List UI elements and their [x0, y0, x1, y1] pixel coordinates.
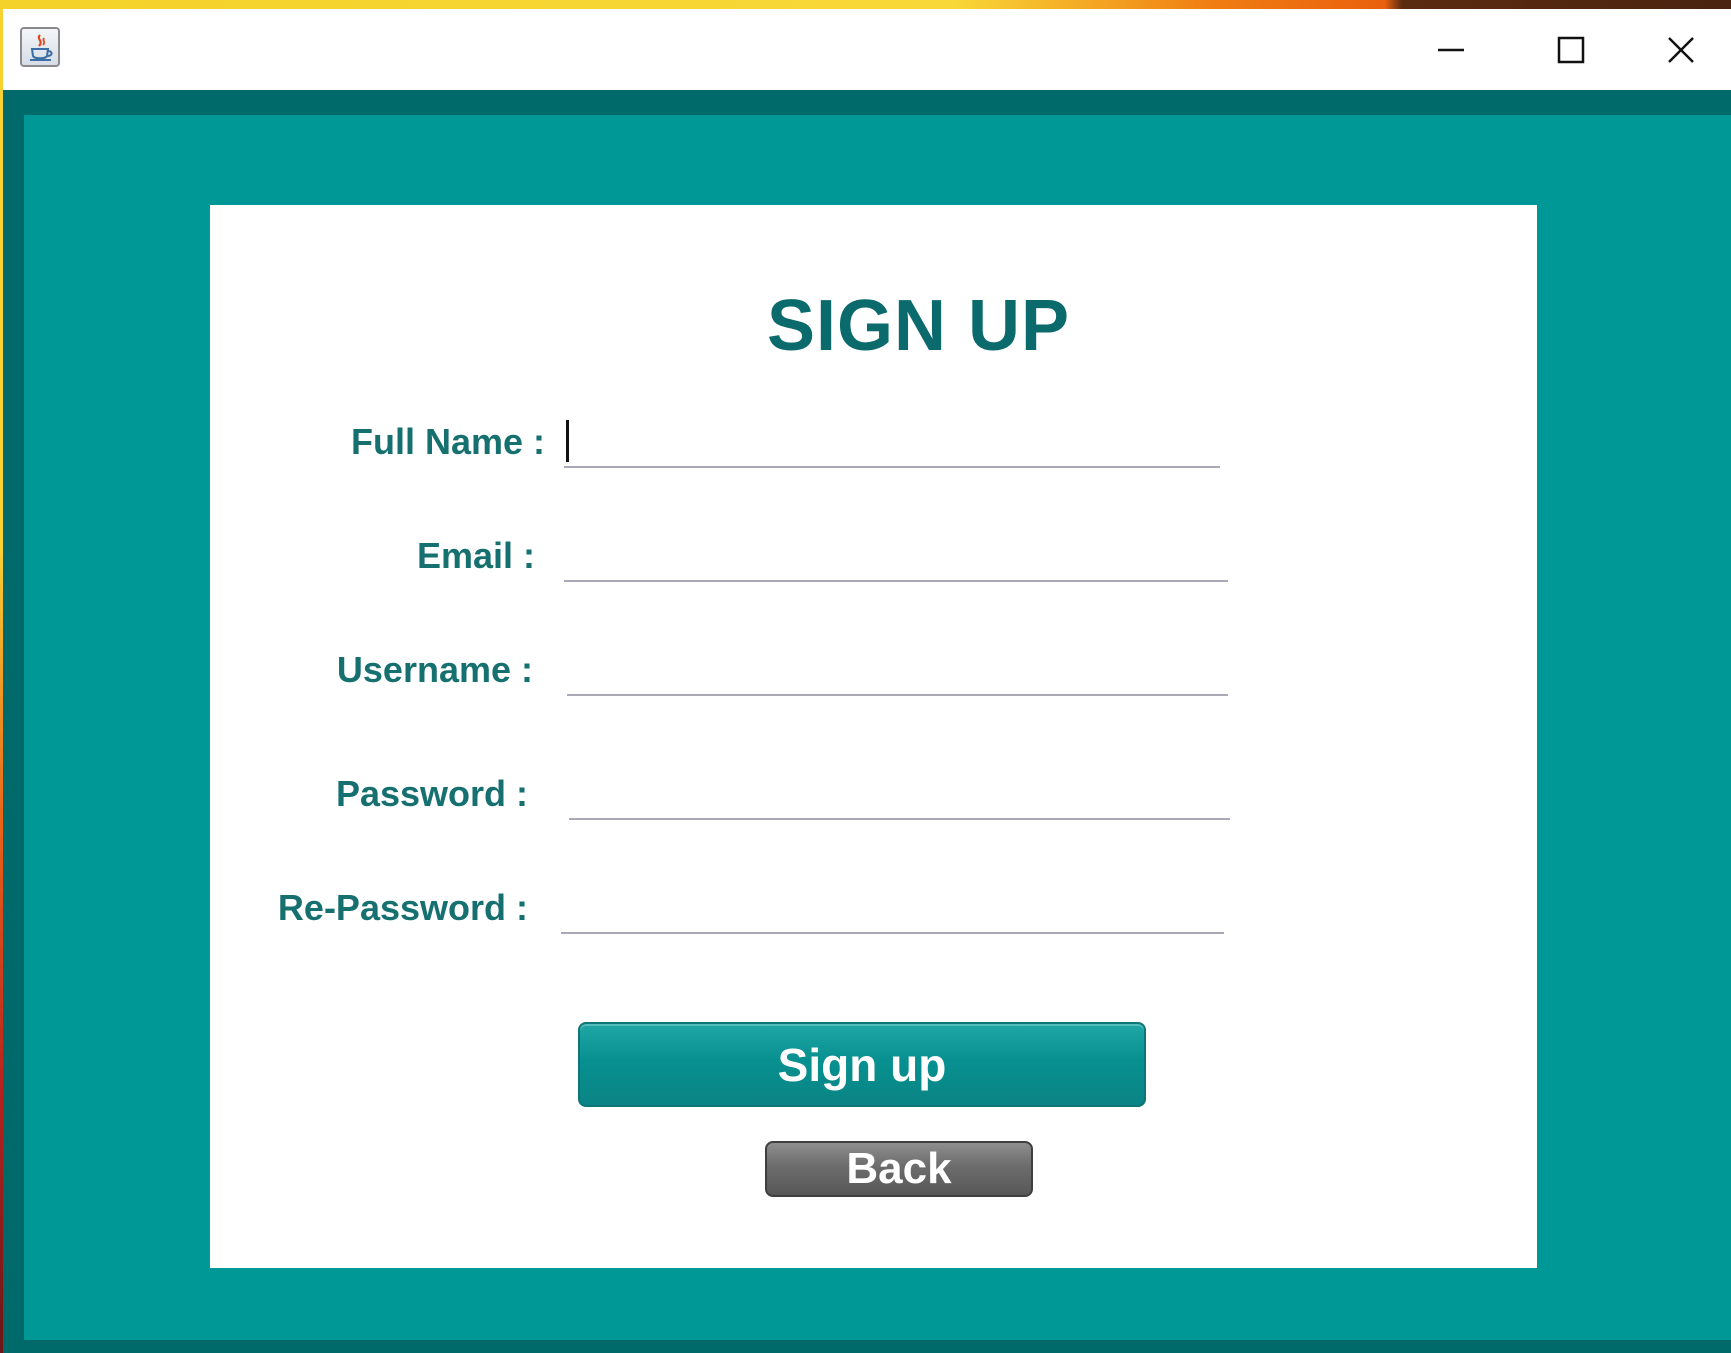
minimize-icon [1438, 48, 1464, 51]
desktop-background [0, 0, 1731, 9]
signup-window: SIGN UP Full Name : Email : Username : P… [0, 0, 1731, 1353]
window-content-frame: SIGN UP Full Name : Email : Username : P… [3, 90, 1731, 1353]
password-input[interactable] [569, 760, 1230, 820]
full-name-label: Full Name : [350, 421, 545, 462]
password-label: Password : [335, 773, 528, 814]
maximize-button[interactable] [1511, 9, 1631, 90]
title-bar[interactable] [3, 9, 1731, 90]
minimize-button[interactable] [1391, 9, 1511, 90]
username-label: Username : [336, 649, 533, 690]
signup-form-card: SIGN UP Full Name : Email : Username : P… [210, 205, 1537, 1268]
page-title: SIGN UP [766, 286, 1071, 366]
full-name-input[interactable] [564, 408, 1220, 468]
text-cursor [566, 420, 569, 462]
re-password-input[interactable] [561, 874, 1224, 934]
teal-background-panel: SIGN UP Full Name : Email : Username : P… [24, 115, 1731, 1340]
sign-up-button[interactable]: Sign up [578, 1022, 1146, 1107]
back-button[interactable]: Back [765, 1141, 1033, 1197]
close-button[interactable] [1631, 9, 1731, 90]
close-icon [1668, 36, 1694, 63]
re-password-label: Re-Password : [277, 887, 528, 928]
maximize-icon [1557, 36, 1585, 63]
java-coffee-cup-icon [20, 27, 60, 67]
email-input[interactable] [564, 522, 1228, 582]
username-input[interactable] [567, 636, 1228, 696]
email-label: Email : [416, 535, 535, 576]
